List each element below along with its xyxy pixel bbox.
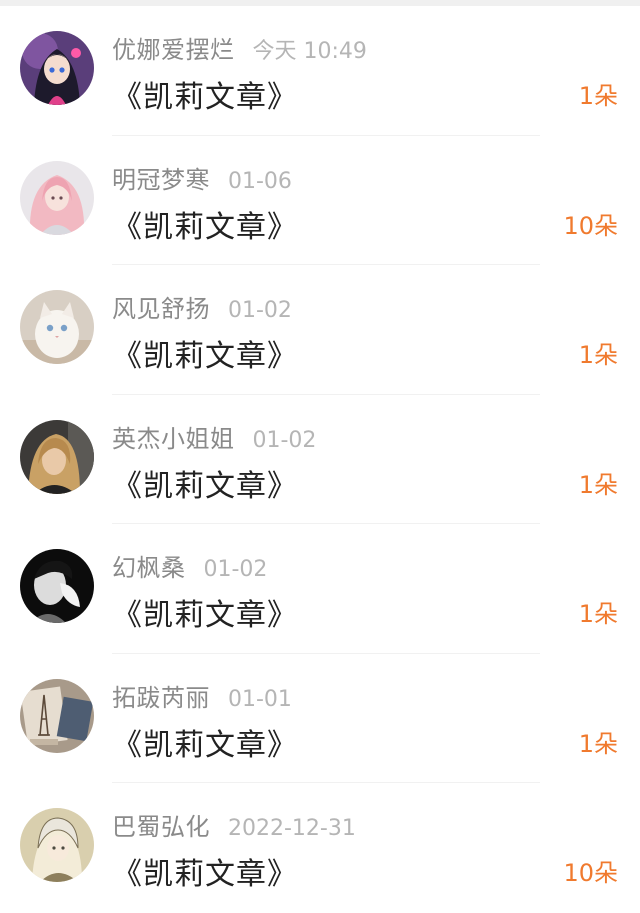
item-meta: 幻枫桑 01-02: [112, 548, 268, 582]
item-meta: 巴蜀弘化 2022-12-31: [112, 807, 356, 841]
bw-portrait-avatar-icon[interactable]: [20, 549, 94, 623]
item-meta: 优娜爱摆烂 今天 10:49: [112, 30, 367, 64]
list-item[interactable]: 英杰小姐姐 01-02 《凯莉文章》 1朵: [0, 395, 640, 524]
list-item[interactable]: 风见舒扬 01-02 《凯莉文章》 1朵: [0, 265, 640, 395]
item-meta: 风见舒扬 01-02: [112, 289, 292, 323]
article-title[interactable]: 《凯莉文章》: [112, 461, 298, 505]
flower-count: 1朵: [578, 470, 618, 499]
timestamp: 01-02: [203, 557, 268, 582]
user-name[interactable]: 风见舒扬: [112, 295, 210, 323]
user-name[interactable]: 幻枫桑: [112, 554, 186, 582]
flower-count: 10朵: [563, 859, 618, 887]
article-title[interactable]: 《凯莉文章》: [112, 202, 298, 246]
list-item[interactable]: 幻枫桑 01-02 《凯莉文章》 1朵: [0, 524, 640, 654]
user-name[interactable]: 明冠梦寒: [112, 166, 210, 194]
eiffel-tower-avatar-icon[interactable]: [20, 678, 94, 753]
flower-count: 1朵: [578, 600, 618, 628]
timestamp: 01-02: [228, 298, 292, 323]
list-item[interactable]: 巴蜀弘化 2022-12-31 《凯莉文章》 10朵: [0, 783, 640, 913]
flower-count: 10朵: [563, 211, 618, 240]
timestamp: 2022-12-31: [228, 816, 356, 841]
article-title[interactable]: 《凯莉文章》: [112, 849, 298, 893]
flower-count: 1朵: [578, 82, 618, 110]
flower-count: 1朵: [578, 729, 618, 758]
item-meta: 拓跋芮丽 01-01: [112, 678, 292, 712]
blonde-girl-avatar-icon[interactable]: [20, 419, 94, 494]
timestamp: 01-02: [252, 427, 317, 453]
timestamp: 01-06: [228, 168, 292, 194]
list-item[interactable]: 明冠梦寒 01-06 《凯莉文章》 10朵: [0, 136, 640, 265]
user-name[interactable]: 拓跋芮丽: [112, 684, 210, 712]
anime-sketch-avatar-icon[interactable]: [20, 808, 94, 882]
flower-count: 1朵: [578, 341, 618, 369]
article-title[interactable]: 《凯莉文章》: [112, 720, 298, 764]
article-title[interactable]: 《凯莉文章》: [112, 590, 298, 634]
article-title[interactable]: 《凯莉文章》: [112, 72, 298, 116]
user-name[interactable]: 优娜爱摆烂: [112, 36, 235, 64]
pink-hair-girl-avatar-icon[interactable]: [20, 160, 94, 235]
list-item[interactable]: 拓跋芮丽 01-01 《凯莉文章》 1朵: [0, 654, 640, 783]
item-meta: 明冠梦寒 01-06: [112, 160, 292, 194]
anime-girl-avatar-icon[interactable]: [20, 31, 94, 105]
list-item[interactable]: 优娜爱摆烂 今天 10:49 《凯莉文章》 1朵: [0, 6, 640, 136]
gift-list: 优娜爱摆烂 今天 10:49 《凯莉文章》 1朵 明冠梦寒 01-06 《凯莉文章》…: [0, 6, 640, 913]
white-cat-avatar-icon[interactable]: [20, 290, 94, 364]
user-name[interactable]: 英杰小姐姐: [112, 425, 235, 453]
user-name[interactable]: 巴蜀弘化: [112, 813, 210, 841]
item-meta: 英杰小姐姐 01-02: [112, 419, 317, 453]
article-title[interactable]: 《凯莉文章》: [112, 331, 298, 375]
timestamp: 今天 10:49: [252, 39, 367, 64]
timestamp: 01-01: [228, 686, 292, 712]
